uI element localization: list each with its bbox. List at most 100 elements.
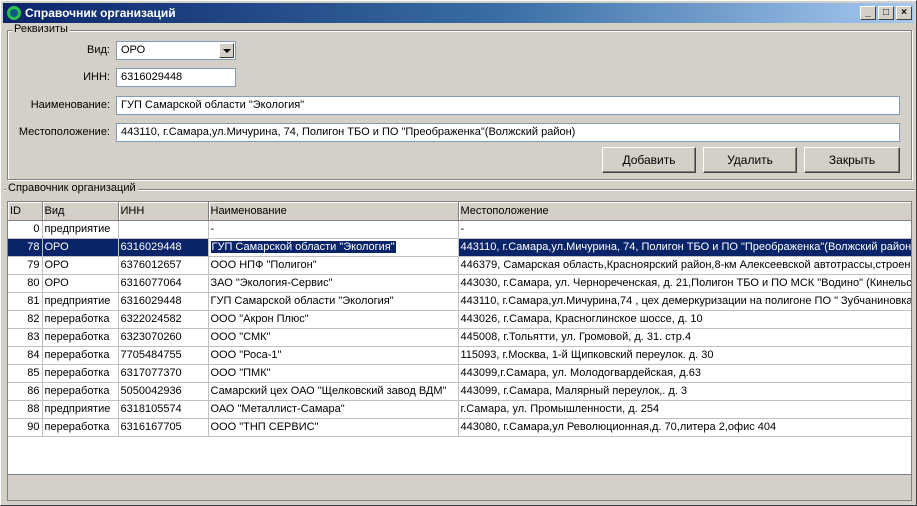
table-row[interactable]: 78 ОРО 6316029448 ГУП Самарской области "Эк… (8, 238, 911, 257)
table-footer (7, 475, 912, 501)
add-button[interactable]: Добавить (602, 147, 696, 173)
cell-inn[interactable]: 6316029448 (118, 238, 209, 257)
cell-location[interactable]: - (458, 220, 911, 239)
cell-type[interactable]: переработка (42, 346, 119, 365)
cell-location[interactable]: 443110, г.Самара,ул.Мичурина, 74, Полиго… (458, 238, 911, 257)
minimize-button[interactable]: _ (860, 6, 876, 20)
column-header-name[interactable]: Наименование (208, 202, 459, 221)
cell-type[interactable]: переработка (42, 310, 119, 329)
cell-editor-text[interactable]: ГУП Самарской области "Экология" (210, 241, 396, 253)
table-row[interactable]: 80 ОРО 6316077064 ЗАО "Экология-Сервис" 4430… (8, 274, 911, 293)
cell-location[interactable]: 446379, Самарская область,Красноярский р… (458, 256, 911, 275)
cell-id[interactable]: 80 (8, 274, 43, 293)
cell-name[interactable]: ООО НПФ "Полигон" (208, 256, 459, 275)
table-row[interactable]: 85 переработка 6317077370 ООО "ПМК" 443099,г… (8, 364, 911, 383)
cell-id[interactable]: 82 (8, 310, 43, 329)
cell-type[interactable]: переработка (42, 418, 119, 437)
cell-name[interactable]: ГУП Самарской области "Экология" (208, 292, 459, 311)
name-field[interactable]: ГУП Самарской области "Экология" (116, 96, 900, 115)
maximize-button[interactable]: □ (878, 6, 894, 20)
cell-location[interactable]: г.Самара, ул. Промышленности, д. 254 (458, 400, 911, 419)
type-label: Вид: (87, 44, 110, 56)
cell-name[interactable]: ОАО "Металлист-Самара" (208, 400, 459, 419)
cell-type[interactable]: ОРО (42, 238, 119, 257)
cell-type[interactable]: ОРО (42, 256, 119, 275)
table-row[interactable]: 86 переработка 5050042936 Самарский цех ОАО… (8, 382, 911, 401)
table-header: ID Вид ИНН Наименование Местоположение (8, 202, 911, 221)
app-logo-icon (7, 6, 21, 20)
table-row[interactable]: 79 ОРО 6376012657 ООО НПФ "Полигон" 446379, … (8, 256, 911, 275)
chevron-down-icon[interactable] (219, 43, 234, 58)
cell-inn[interactable]: 6316029448 (118, 292, 209, 311)
organizations-table[interactable]: ID Вид ИНН Наименование Местоположение 0… (7, 201, 912, 475)
cell-type[interactable]: ОРО (42, 274, 119, 293)
cell-inn[interactable] (118, 220, 209, 239)
cell-inn[interactable]: 5050042936 (118, 382, 209, 401)
cell-type[interactable]: переработка (42, 364, 119, 383)
location-field[interactable]: 443110, г.Самара,ул.Мичурина, 74, Полиго… (116, 123, 900, 142)
table-row[interactable]: 83 переработка 6323070260 ООО "СМК" 445008, … (8, 328, 911, 347)
cell-inn[interactable]: 6316167705 (118, 418, 209, 437)
cell-location[interactable]: 443030, г.Самара, ул. Чернореченская, д.… (458, 274, 911, 293)
requisites-group-label: Реквизиты (12, 23, 70, 35)
cell-inn[interactable]: 7705484755 (118, 346, 209, 365)
cell-location[interactable]: 443099,г.Самара, ул. Молодогвардейская, … (458, 364, 911, 383)
cell-inn[interactable]: 6323070260 (118, 328, 209, 347)
cell-name[interactable]: ООО "Роса-1" (208, 346, 459, 365)
cell-type[interactable]: предприятие (42, 220, 119, 239)
table-row[interactable]: 81 предприятие 6316029448 ГУП Самарской обл… (8, 292, 911, 311)
cell-location[interactable]: 115093, г.Москва, 1-й Щипковский переуло… (458, 346, 911, 365)
cell-type[interactable]: переработка (42, 382, 119, 401)
cell-location[interactable]: 443099, г.Самара, Малярный переулок,. д.… (458, 382, 911, 401)
cell-name[interactable]: Самарский цех ОАО "Щелковский завод ВДМ" (208, 382, 459, 401)
delete-button[interactable]: Удалить (703, 147, 797, 173)
cell-location[interactable]: 443026, г.Самара, Красноглинское шоссе, … (458, 310, 911, 329)
table-row[interactable]: 88 предприятие 6318105574 ОАО "Металлист-Са… (8, 400, 911, 419)
column-header-location[interactable]: Местоположение (458, 202, 911, 221)
cell-id[interactable]: 78 (8, 238, 43, 257)
cell-id[interactable]: 0 (8, 220, 43, 239)
cell-id[interactable]: 85 (8, 364, 43, 383)
cell-id[interactable]: 81 (8, 292, 43, 311)
column-header-id[interactable]: ID (8, 202, 43, 221)
cell-id[interactable]: 86 (8, 382, 43, 401)
cell-name[interactable]: ООО "Акрон Плюс" (208, 310, 459, 329)
cell-type[interactable]: переработка (42, 328, 119, 347)
table-row[interactable]: 84 переработка 7705484755 ООО "Роса-1" 11509… (8, 346, 911, 365)
cell-inn[interactable]: 6316077064 (118, 274, 209, 293)
cell-name[interactable]: - (208, 220, 459, 239)
cell-name[interactable]: ЗАО "Экология-Сервис" (208, 274, 459, 293)
cell-id[interactable]: 88 (8, 400, 43, 419)
cell-inn[interactable]: 6317077370 (118, 364, 209, 383)
cell-location[interactable]: 445008, г.Тольятти, ул. Громовой, д. 31.… (458, 328, 911, 347)
cell-inn[interactable]: 6322024582 (118, 310, 209, 329)
main-window: Справочник организаций _ □ × Реквизиты В… (0, 0, 917, 506)
cell-id[interactable]: 84 (8, 346, 43, 365)
column-header-type[interactable]: Вид (42, 202, 119, 221)
cell-location[interactable]: 443080, г.Самара,ул Революционная,д. 70,… (458, 418, 911, 437)
close-button[interactable]: Закрыть (804, 147, 900, 173)
directory-group-label: Справочник организаций (6, 182, 138, 194)
cell-inn[interactable]: 6376012657 (118, 256, 209, 275)
column-header-inn[interactable]: ИНН (118, 202, 209, 221)
type-select[interactable]: ОРО (116, 41, 236, 60)
cell-type[interactable]: предприятие (42, 400, 119, 419)
cell-id[interactable]: 90 (8, 418, 43, 437)
cell-name[interactable]: ООО "ТНП СЕРВИС" (208, 418, 459, 437)
type-select-value: ОРО (121, 44, 146, 56)
table-row[interactable]: 82 переработка 6322024582 ООО "Акрон Плюс" 4… (8, 310, 911, 329)
cell-name[interactable]: ООО "СМК" (208, 328, 459, 347)
cell-name[interactable]: ООО "ПМК" (208, 364, 459, 383)
cell-location[interactable]: 443110, г.Самара,ул.Мичурина,74 , цех де… (458, 292, 911, 311)
title-bar[interactable]: Справочник организаций _ □ × (3, 3, 914, 23)
cell-name[interactable]: ГУП Самарской области "Экология" (208, 238, 459, 257)
cell-id[interactable]: 79 (8, 256, 43, 275)
window-title: Справочник организаций (25, 6, 176, 20)
table-row[interactable]: 0 предприятие - - (8, 220, 911, 239)
close-window-button[interactable]: × (896, 6, 912, 20)
inn-field[interactable]: 6316029448 (116, 68, 236, 87)
cell-id[interactable]: 83 (8, 328, 43, 347)
cell-inn[interactable]: 6318105574 (118, 400, 209, 419)
table-row[interactable]: 90 переработка 6316167705 ООО "ТНП СЕРВИС" 4… (8, 418, 911, 437)
cell-type[interactable]: предприятие (42, 292, 119, 311)
